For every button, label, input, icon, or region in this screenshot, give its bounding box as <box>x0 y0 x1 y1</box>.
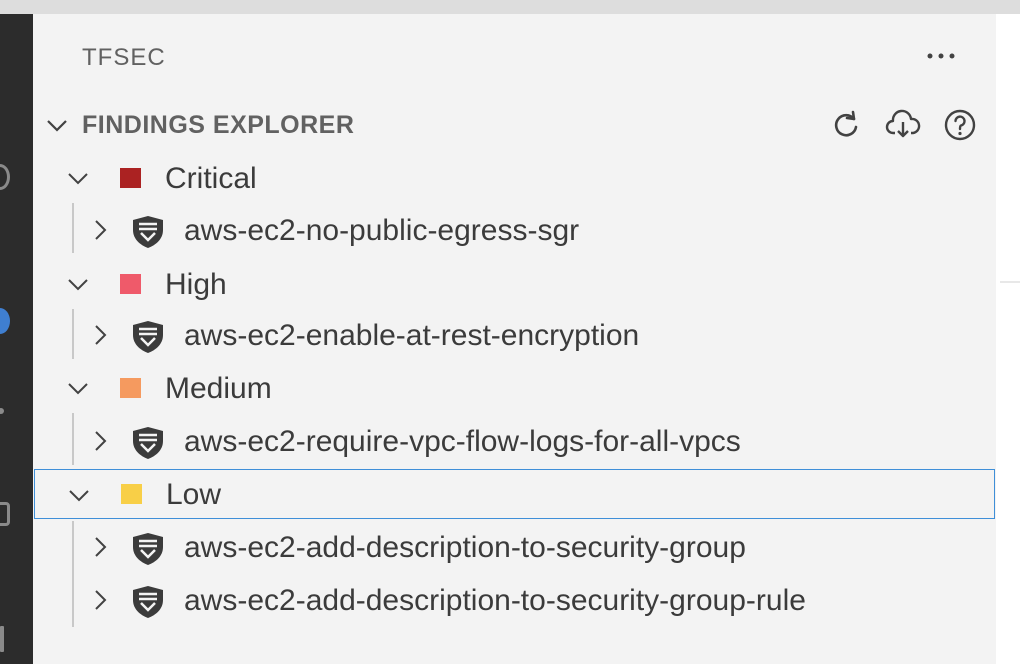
tree-group-high[interactable]: High <box>33 259 996 309</box>
chevron-down-icon[interactable] <box>67 483 91 507</box>
chevron-right-icon[interactable] <box>88 323 112 347</box>
tree-item-label: aws-ec2-enable-at-rest-encryption <box>184 319 640 352</box>
extensions-icon[interactable] <box>0 502 10 526</box>
help-icon <box>944 109 976 141</box>
section-title: FINDINGS EXPLORER <box>82 111 355 139</box>
tree-item[interactable]: aws-ec2-enable-at-rest-encryption <box>33 310 996 360</box>
refresh-button[interactable] <box>828 107 864 143</box>
tfsec-shield-icon <box>133 586 163 618</box>
severity-critical-icon <box>120 168 141 188</box>
severity-low-icon <box>121 484 142 504</box>
cloud-download-icon <box>885 109 921 138</box>
tree-group-label: Low <box>166 478 222 511</box>
window-top-bar <box>0 0 1020 14</box>
activity-dot-icon <box>0 408 4 414</box>
chevron-down-icon[interactable] <box>45 113 69 137</box>
chevron-right-icon[interactable] <box>88 535 112 559</box>
tree-item-label: aws-ec2-require-vpc-flow-logs-for-all-vp… <box>184 425 741 458</box>
editor-divider <box>1000 281 1020 283</box>
chevron-down-icon[interactable] <box>66 272 90 296</box>
tree-item[interactable]: aws-ec2-add-description-to-security-grou… <box>33 575 996 625</box>
refresh-icon <box>834 110 858 137</box>
help-button[interactable] <box>942 107 978 143</box>
tree-group-medium[interactable]: Medium <box>33 363 996 413</box>
more-actions-button[interactable] <box>921 40 961 72</box>
tfsec-shield-icon <box>133 321 163 353</box>
ellipsis-icon <box>927 53 955 59</box>
tree-item-label: aws-ec2-add-description-to-security-grou… <box>184 531 746 564</box>
tree-item[interactable]: aws-ec2-no-public-egress-sgr <box>33 205 996 255</box>
tfsec-shield-icon <box>133 427 163 459</box>
chevron-right-icon[interactable] <box>88 588 112 612</box>
tree-group-critical[interactable]: Critical <box>33 153 996 203</box>
findings-explorer-header[interactable]: FINDINGS EXPLORER <box>33 107 996 143</box>
chevron-right-icon[interactable] <box>88 429 112 453</box>
activity-item-icon[interactable] <box>0 626 4 652</box>
activity-badge-icon[interactable] <box>0 308 10 334</box>
chevron-down-icon[interactable] <box>66 166 90 190</box>
activity-bar <box>0 14 33 664</box>
tree-group-label: High <box>165 268 227 301</box>
tree-item-label: aws-ec2-no-public-egress-sgr <box>184 214 580 247</box>
sidebar-panel: TFSEC FINDINGS EXPLORER Critical aws-ec2… <box>33 14 996 664</box>
editor-area[interactable] <box>996 14 1020 664</box>
tree-item[interactable]: aws-ec2-require-vpc-flow-logs-for-all-vp… <box>33 416 996 466</box>
severity-high-icon <box>120 274 141 294</box>
chevron-right-icon[interactable] <box>88 218 112 242</box>
panel-title: TFSEC <box>82 44 166 71</box>
severity-medium-icon <box>120 378 141 398</box>
tree-group-low[interactable]: Low <box>34 469 995 519</box>
tfsec-shield-icon <box>133 533 163 565</box>
chevron-down-icon[interactable] <box>66 376 90 400</box>
tfsec-shield-icon <box>133 216 163 248</box>
tree-group-label: Medium <box>165 372 272 405</box>
tree-item-label: aws-ec2-add-description-to-security-grou… <box>184 584 806 617</box>
tree-item[interactable]: aws-ec2-add-description-to-security-grou… <box>33 522 996 572</box>
activity-item-icon[interactable] <box>0 164 10 190</box>
download-button[interactable] <box>885 107 921 143</box>
tree-group-label: Critical <box>165 162 257 195</box>
